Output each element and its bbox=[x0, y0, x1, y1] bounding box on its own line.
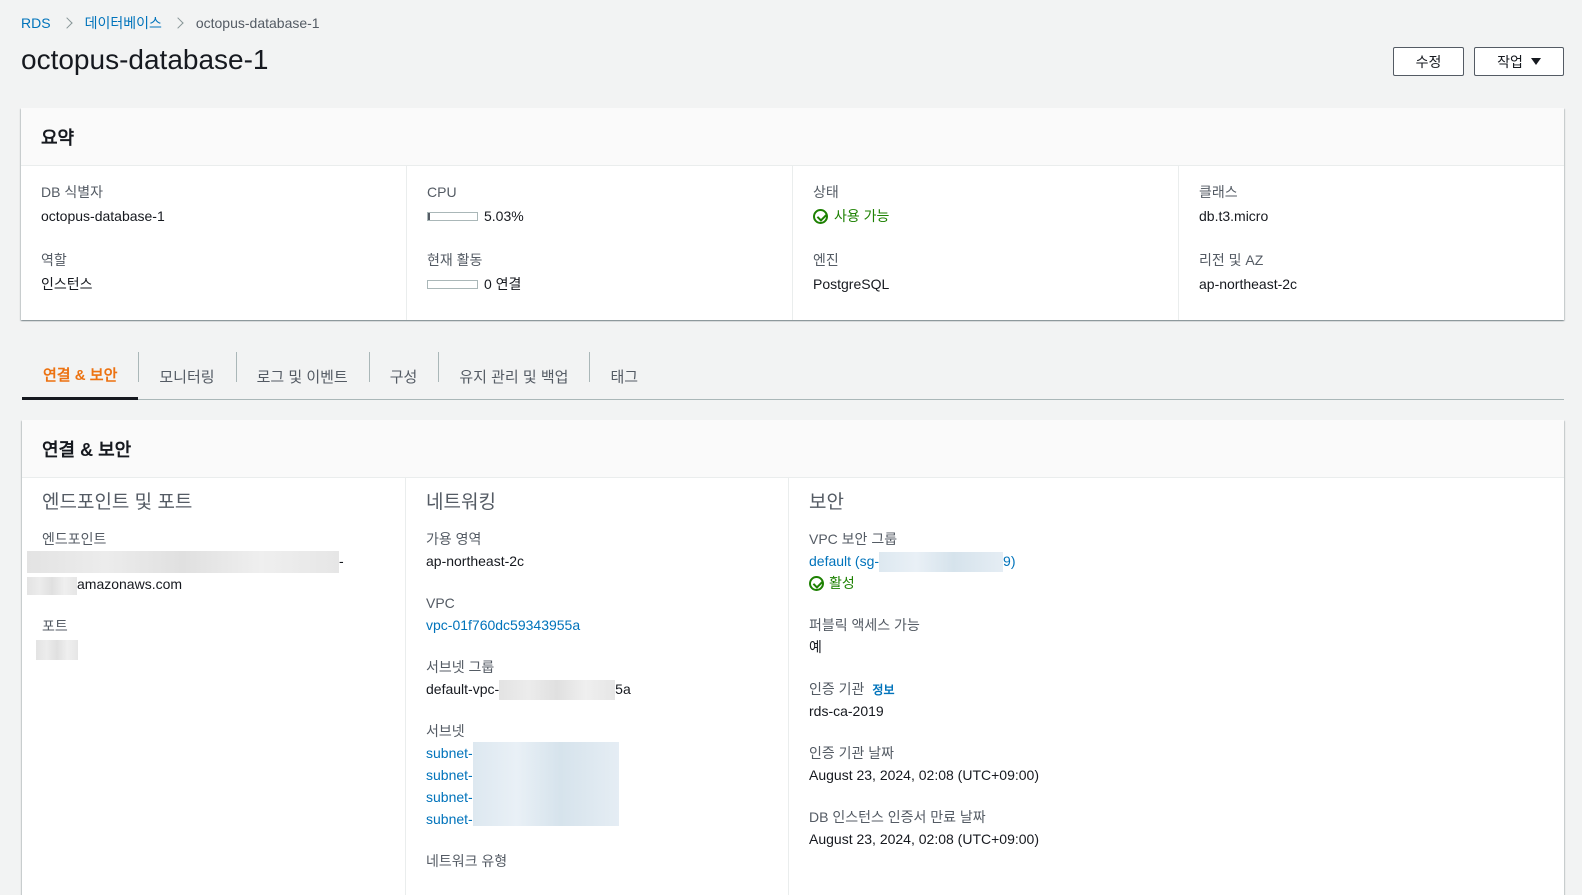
activity-progress-bar bbox=[427, 279, 478, 289]
summary-panel: 요약 DB 식별자 octopus-database-1 역할 인스턴스 CPU… bbox=[21, 108, 1564, 320]
public-access-label: 퍼블릭 액세스 가능 bbox=[809, 617, 920, 634]
ca-label-row: 인증 기관 정보 bbox=[809, 678, 1544, 700]
breadcrumb-current: octopus-database-1 bbox=[195, 15, 320, 31]
cpu-percent: 5.03% bbox=[484, 208, 524, 224]
connectivity-panel: 연결 & 보안 엔드포인트 및 포트 엔드포인트 - amazonaws.com… bbox=[22, 420, 1564, 895]
tab-tags[interactable]: 태그 bbox=[589, 352, 659, 400]
chevron-right-icon bbox=[60, 17, 73, 29]
db-identifier-value: octopus-database-1 bbox=[41, 208, 165, 224]
vpc-sg-suffix: 9) bbox=[1003, 553, 1016, 569]
redacted-block bbox=[27, 551, 339, 574]
status-value: 사용 가능 bbox=[834, 208, 890, 224]
endpoint-line2-suffix: amazonaws.com bbox=[77, 576, 183, 593]
cpu-label: CPU bbox=[427, 184, 457, 200]
tab-maintenance-backups[interactable]: 유지 관리 및 백업 bbox=[438, 352, 589, 400]
port-label: 포트 bbox=[42, 618, 68, 635]
breadcrumb: RDS 데이터베이스 octopus-database-1 bbox=[21, 13, 320, 33]
page-title: octopus-database-1 bbox=[21, 44, 269, 75]
role-label: 역할 bbox=[41, 252, 67, 268]
endpoint-label: 엔드포인트 bbox=[42, 531, 107, 547]
vpc-label: VPC bbox=[426, 595, 455, 611]
summary-grid: DB 식별자 octopus-database-1 역할 인스턴스 CPU 5.… bbox=[21, 166, 1564, 320]
tab-monitoring[interactable]: 모니터링 bbox=[138, 352, 235, 400]
status-label: 상태 bbox=[813, 184, 839, 200]
actions-dropdown-button[interactable]: 작업 bbox=[1474, 47, 1564, 76]
redacted-block bbox=[27, 576, 77, 595]
endpoint-column: 엔드포인트 및 포트 엔드포인트 - amazonaws.com 포트 bbox=[22, 478, 405, 895]
summary-header: 요약 bbox=[21, 108, 1564, 166]
region-label: 리전 및 AZ bbox=[1199, 252, 1264, 268]
port-value bbox=[36, 637, 385, 660]
connectivity-grid: 엔드포인트 및 포트 엔드포인트 - amazonaws.com 포트 네트워킹… bbox=[22, 478, 1564, 895]
subnet-group-prefix: default-vpc- bbox=[426, 681, 500, 697]
class-value: db.t3.micro bbox=[1199, 208, 1269, 224]
edit-button[interactable]: 수정 bbox=[1393, 47, 1464, 76]
redacted-block bbox=[879, 552, 1004, 573]
vpc-sg-value: default (sg- 9) 활성 bbox=[809, 550, 1544, 594]
region-value: ap-northeast-2c bbox=[1199, 276, 1298, 292]
connectivity-header: 연결 & 보안 bbox=[22, 420, 1564, 478]
security-section-title: 보안 bbox=[809, 492, 844, 513]
caret-down-icon bbox=[1530, 58, 1541, 65]
ca-date-value: August 23, 2024, 02:08 (UTC+09:00) bbox=[809, 767, 1039, 784]
class-label: 클래스 bbox=[1199, 184, 1238, 200]
security-column: 보안 VPC 보안 그룹 default (sg- 9) 활성 퍼블릭 액세스 가… bbox=[788, 478, 1564, 895]
engine-value: PostgreSQL bbox=[813, 276, 890, 292]
endpoint-section-title: 엔드포인트 및 포트 bbox=[42, 492, 193, 513]
detail-tabs: 연결 & 보안 모니터링 로그 및 이벤트 구성 유지 관리 및 백업 태그 bbox=[22, 352, 1564, 400]
status-badge: 사용 가능 bbox=[813, 204, 1158, 228]
tab-configuration[interactable]: 구성 bbox=[368, 352, 439, 400]
role-value: 인스턴스 bbox=[41, 276, 93, 292]
endpoint-value[interactable]: - amazonaws.com bbox=[27, 550, 385, 595]
vpc-sg-prefix: default (sg- bbox=[809, 553, 880, 569]
ca-label: 인증 기관 bbox=[809, 681, 865, 698]
tab-connectivity-security[interactable]: 연결 & 보안 bbox=[22, 352, 139, 400]
subnet-group-value: default-vpc- 5a bbox=[426, 678, 768, 701]
breadcrumb-databases[interactable]: 데이터베이스 bbox=[85, 13, 162, 33]
subnet-list: subnet- subnet- subnet- subnet- bbox=[426, 742, 768, 830]
actions-button-label: 작업 bbox=[1497, 53, 1523, 70]
activity-count: 0 연결 bbox=[484, 276, 522, 292]
subnet-group-suffix: 5a bbox=[615, 681, 631, 697]
summary-col-identifier: DB 식별자 octopus-database-1 역할 인스턴스 bbox=[21, 166, 406, 320]
public-access-value: 예 bbox=[809, 639, 822, 656]
az-label: 가용 영역 bbox=[426, 531, 482, 547]
summary-col-class: 클래스 db.t3.micro 리전 및 AZ ap-northeast-2c bbox=[1178, 166, 1564, 320]
cert-expiry-value: August 23, 2024, 02:08 (UTC+09:00) bbox=[809, 831, 1039, 848]
ca-date-label: 인증 기관 날짜 bbox=[809, 745, 895, 762]
cpu-progress-fill bbox=[428, 212, 431, 220]
check-circle-icon bbox=[813, 208, 828, 224]
networking-column: 네트워킹 가용 영역 ap-northeast-2c VPC vpc-01f76… bbox=[405, 478, 788, 895]
endpoint-line1-suffix: - bbox=[339, 553, 344, 569]
vpc-link[interactable]: vpc-01f760dc59343955a bbox=[426, 614, 768, 636]
network-type-label: 네트워크 유형 bbox=[426, 853, 508, 870]
az-value: ap-northeast-2c bbox=[426, 553, 525, 569]
cert-expiry-label: DB 인스턴스 인증서 만료 날짜 bbox=[809, 809, 986, 826]
redacted-block bbox=[36, 639, 78, 660]
cpu-value: 5.03% bbox=[427, 204, 772, 228]
breadcrumb-rds[interactable]: RDS bbox=[21, 15, 51, 31]
redacted-block bbox=[473, 742, 619, 827]
check-circle-icon bbox=[809, 575, 824, 591]
edit-button-label: 수정 bbox=[1415, 53, 1442, 70]
subnets-label: 서브넷 bbox=[426, 723, 465, 740]
vpc-sg-link[interactable]: default (sg- 9) bbox=[809, 552, 1016, 573]
vpc-sg-label: VPC 보안 그룹 bbox=[809, 531, 898, 547]
summary-col-status: 상태 사용 가능 엔진 PostgreSQL bbox=[792, 166, 1178, 320]
db-identifier-label: DB 식별자 bbox=[41, 184, 103, 200]
ca-value: rds-ca-2019 bbox=[809, 703, 884, 720]
vpc-sg-status-text: 활성 bbox=[829, 575, 855, 592]
cpu-progress-bar bbox=[427, 211, 478, 221]
chevron-right-icon bbox=[172, 17, 184, 29]
subnet-group-label: 서브넷 그룹 bbox=[426, 659, 495, 675]
tab-logs-events[interactable]: 로그 및 이벤트 bbox=[235, 352, 369, 400]
activity-value: 0 연결 bbox=[427, 272, 772, 296]
summary-col-cpu: CPU 5.03% 현재 활동 0 연결 bbox=[406, 166, 792, 320]
activity-label: 현재 활동 bbox=[427, 252, 483, 268]
redacted-block bbox=[499, 680, 616, 701]
vpc-sg-status: 활성 bbox=[809, 572, 1544, 594]
engine-label: 엔진 bbox=[813, 252, 839, 268]
ca-info-link[interactable]: 정보 bbox=[872, 683, 894, 697]
networking-section-title: 네트워킹 bbox=[426, 492, 496, 513]
